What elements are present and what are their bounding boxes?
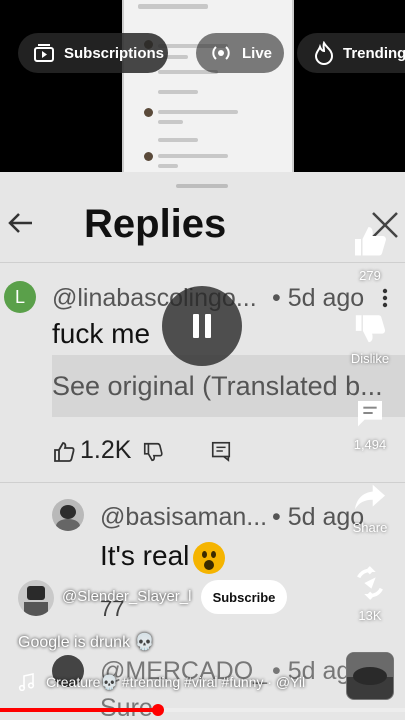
comment-text-row: It's real [100,540,226,574]
like-button[interactable]: 279 [346,224,394,283]
comment-icon [358,401,382,427]
thumbs-up-outline-icon [54,442,75,462]
sheet-drag-handle [176,184,228,188]
back-arrow-icon [8,213,32,233]
thumbs-down-icon [355,315,386,343]
progress-fill [0,708,158,712]
chip-live[interactable]: Live [196,33,284,73]
comment-count: 1,494 [353,437,387,452]
remix-icon [357,566,383,600]
share-arrow-icon [355,484,385,510]
like-count: 279 [359,268,381,283]
subscribe-button[interactable]: Subscribe [201,580,287,614]
video-inner-screenshot-top [122,0,294,175]
video-progress-bar[interactable] [0,704,405,716]
music-text: Creature💀 #trending #viral #funny · @Yil [46,673,306,690]
comment-text: Sure [100,694,153,720]
share-label: Share [352,520,388,535]
channel-avatar[interactable] [18,580,54,616]
trending-flame-icon [314,41,334,65]
dislike-label: Dislike [350,351,390,366]
progress-scrubber[interactable] [151,704,164,716]
comment-handle: @basisaman... [100,503,268,531]
avatar: L [4,281,36,313]
comment-timestamp: • 5d ago [272,284,365,312]
music-attribution[interactable]: Creature💀 #trending #viral #funny · @Yil [18,673,305,691]
chip-subscriptions[interactable]: Subscriptions [18,33,168,73]
live-icon [212,46,230,60]
chip-trending[interactable]: Trending [297,33,405,73]
reply-comment-icon [211,441,231,462]
comment-like-count: 1.2K [80,436,132,464]
more-vert-icon [382,288,388,308]
replies-title: Replies [84,202,227,246]
thumbs-up-icon [355,227,386,256]
comment-text: It's real [100,540,190,571]
divider [0,482,405,483]
subscriptions-icon [34,44,54,62]
thumbs-down-outline-icon [143,442,163,462]
dislike-button[interactable]: Dislike [346,311,394,366]
comments-button[interactable]: 1,494 [346,397,394,452]
chip-label: Subscriptions [64,44,165,62]
remix-count: 13K [358,608,382,623]
video-caption[interactable]: Google is drunk 💀 [18,632,154,652]
divider [0,262,405,263]
chip-label: Live [242,44,273,62]
chip-label: Trending [343,44,405,62]
remix-button[interactable]: 13K [346,566,394,623]
share-button[interactable]: Share [346,482,394,535]
sound-thumbnail[interactable] [346,652,394,700]
avatar [52,499,84,531]
pause-button[interactable] [162,286,242,366]
comment-text: fuck me [52,318,151,349]
channel-name[interactable]: @Slender_Slayer_l [62,588,191,605]
surprised-emoji-icon [193,541,226,574]
music-note-icon [18,673,35,691]
